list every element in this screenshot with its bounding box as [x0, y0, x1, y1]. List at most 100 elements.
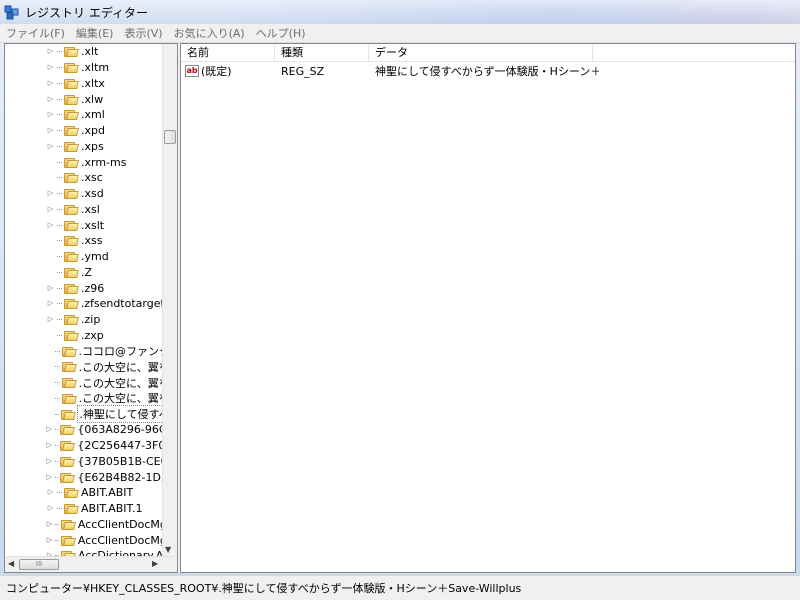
- folder-icon: [64, 62, 79, 74]
- tree-item[interactable]: ▷.神聖にして侵すべか: [5, 405, 163, 424]
- tree-item[interactable]: ▷.この大空に、翼をひ: [5, 391, 163, 407]
- tree-item[interactable]: ▷ .xslt: [5, 217, 163, 233]
- registry-tree[interactable]: ▷.xlt▷.xltm▷.xltx▷.xlw▷.xml▷.xpd▷.xps▷.x…: [4, 43, 178, 573]
- menu-item-1[interactable]: 編集(E): [76, 25, 114, 41]
- tree-item[interactable]: ▷.この大空に、翼をひ: [5, 359, 163, 375]
- list-row[interactable]: ab (既定) REG_SZ 神聖にして侵すべからず一体験版・Hシーン＋S...: [181, 62, 795, 80]
- tree-item[interactable]: ▷.xss: [5, 233, 163, 249]
- list-header: 名前 種類 データ: [181, 44, 795, 62]
- tree-item[interactable]: ▷ AccClientDocMgr.Ac: [5, 532, 163, 548]
- column-header-type[interactable]: 種類: [275, 44, 369, 61]
- expand-arrow-icon[interactable]: ▷: [46, 520, 53, 529]
- tree-item[interactable]: ▷ .zfsendtotarget: [5, 296, 163, 312]
- tree-item[interactable]: ▷ .z96: [5, 280, 163, 296]
- expand-arrow-icon[interactable]: ▷: [46, 284, 55, 293]
- tree-connector: [57, 287, 62, 289]
- folder-icon: [64, 172, 79, 184]
- tree-item[interactable]: ▷.ymd: [5, 249, 163, 265]
- value-name-cell: ab (既定): [181, 63, 275, 79]
- folder-icon: [64, 314, 79, 326]
- tree-item[interactable]: ▷ .xltm: [5, 60, 163, 76]
- tree-connector: [54, 429, 59, 431]
- expand-arrow-icon[interactable]: ▷: [46, 488, 55, 497]
- scroll-left-arrow-icon[interactable]: ◀: [8, 559, 14, 568]
- tree-item[interactable]: ▷ .xps: [5, 139, 163, 155]
- tree-item[interactable]: ▷ ABIT.ABIT: [5, 485, 163, 501]
- tree-vertical-scroll-thumb[interactable]: [164, 130, 176, 144]
- tree-item[interactable]: ▷.zxp: [5, 328, 163, 344]
- tree-item[interactable]: ▷ ABIT.ABIT.1: [5, 501, 163, 517]
- menu-item-4[interactable]: ヘルプ(H): [256, 25, 306, 41]
- folder-icon: [60, 424, 76, 436]
- expand-arrow-icon[interactable]: ▷: [46, 473, 53, 482]
- folder-icon: [64, 78, 79, 89]
- folder-icon: [64, 188, 79, 200]
- expand-arrow-icon[interactable]: ▷: [46, 536, 53, 545]
- expand-arrow-icon[interactable]: ▷: [46, 504, 55, 513]
- tree-item[interactable]: ▷ {063A8296-96C6-4D: [5, 422, 163, 438]
- tree-item[interactable]: ▷ .xsd: [5, 186, 163, 202]
- folder-icon: [64, 330, 79, 341]
- tree-item[interactable]: ▷.この大空に、翼をひ: [5, 375, 163, 391]
- menu-item-2[interactable]: 表示(V): [124, 25, 162, 41]
- tree-horizontal-scrollbar[interactable]: ◀ III ▶: [5, 556, 177, 572]
- folder-icon: [64, 94, 79, 105]
- scroll-down-arrow-icon[interactable]: ▼: [165, 545, 171, 554]
- tree-item[interactable]: ▷.xsc: [5, 170, 163, 186]
- expand-arrow-icon[interactable]: ▷: [46, 63, 55, 72]
- expand-arrow-icon[interactable]: ▷: [46, 79, 55, 88]
- tree-item-label: .xps: [81, 139, 104, 153]
- tree-item-label: .Z: [81, 265, 93, 279]
- expand-arrow-icon[interactable]: ▷: [46, 221, 55, 230]
- tree-connector: [57, 98, 62, 100]
- title-bar[interactable]: レジストリ エディター: [0, 0, 800, 24]
- string-value-icon: ab: [185, 65, 199, 77]
- menu-item-3[interactable]: お気に入り(A): [174, 25, 245, 41]
- column-header-data[interactable]: データ: [369, 44, 593, 61]
- expand-arrow-icon[interactable]: ▷: [46, 299, 55, 308]
- expand-arrow-icon[interactable]: ▷: [46, 457, 53, 466]
- tree-item-label: .xltx: [81, 76, 105, 90]
- expand-arrow-icon[interactable]: ▷: [46, 315, 55, 324]
- expand-arrow-icon[interactable]: ▷: [46, 189, 55, 198]
- tree-item[interactable]: ▷ {2C256447-3F0D-4C: [5, 438, 163, 454]
- tree-connector: [57, 177, 62, 179]
- expand-arrow-icon[interactable]: ▷: [46, 425, 53, 434]
- values-list[interactable]: 名前 種類 データ ab (既定) REG_SZ 神聖にして侵すべからず一体験版…: [180, 43, 796, 573]
- tree-item[interactable]: ▷AccDictionary.AccDi: [5, 548, 163, 556]
- expand-arrow-icon[interactable]: ▷: [46, 205, 55, 214]
- tree-connector: [57, 114, 62, 116]
- expand-arrow-icon[interactable]: ▷: [46, 441, 53, 450]
- tree-item[interactable]: ▷ .xlt: [5, 44, 163, 60]
- tree-item-label: .xltm: [81, 61, 110, 75]
- tree-item[interactable]: ▷ AccClientDocMgr.Ac: [5, 517, 163, 533]
- menu-item-0[interactable]: ファイル(F): [6, 25, 65, 41]
- tree-item-label: {063A8296-96C6-4D: [77, 423, 163, 437]
- column-header-name[interactable]: 名前: [181, 44, 275, 61]
- tree-item[interactable]: ▷ .xltx: [5, 76, 163, 92]
- value-data: 神聖にして侵すべからず一体験版・Hシーン＋S...: [375, 65, 599, 78]
- tree-item[interactable]: ▷ {E62B4B82-1D3F-4e: [5, 469, 163, 485]
- tree-item[interactable]: ▷ {37B05B1B-CE03-4Z: [5, 454, 163, 470]
- expand-arrow-icon[interactable]: ▷: [46, 110, 55, 119]
- tree-item[interactable]: ▷ .xsl: [5, 202, 163, 218]
- tree-item[interactable]: ▷ .xlw: [5, 91, 163, 107]
- scroll-right-arrow-icon[interactable]: ▶: [152, 559, 158, 568]
- tree-item[interactable]: ▷.xrm-ms: [5, 154, 163, 170]
- tree-horizontal-scroll-thumb[interactable]: III: [19, 559, 59, 570]
- tree-item[interactable]: ▷.Z: [5, 265, 163, 281]
- tree-connector: [57, 334, 62, 336]
- expand-arrow-icon[interactable]: ▷: [46, 47, 55, 56]
- expand-arrow-icon[interactable]: ▷: [46, 142, 55, 151]
- tree-item[interactable]: ▷ .zip: [5, 312, 163, 328]
- tree-item[interactable]: ▷ .xpd: [5, 123, 163, 139]
- folder-icon: [64, 267, 79, 278]
- tree-item[interactable]: ▷.ココロ@ファンクシ: [5, 343, 163, 359]
- registry-editor-icon: [4, 5, 19, 20]
- folder-icon: [64, 220, 79, 231]
- expand-arrow-icon[interactable]: ▷: [46, 126, 55, 135]
- tree-vertical-scrollbar[interactable]: ▼: [162, 44, 177, 556]
- tree-item[interactable]: ▷ .xml: [5, 107, 163, 123]
- tree-connector: [55, 350, 60, 352]
- expand-arrow-icon[interactable]: ▷: [46, 95, 55, 104]
